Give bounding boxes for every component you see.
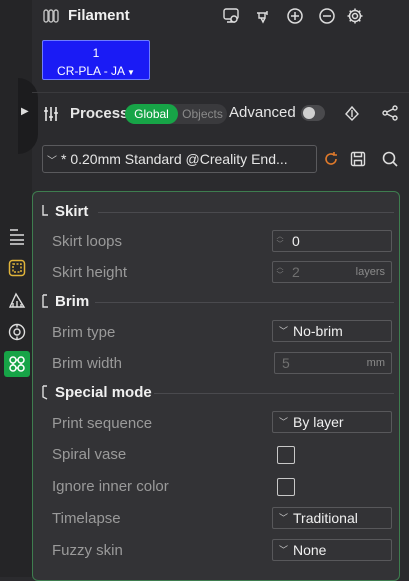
timelapse-dropdown[interactable]: ﹀ Traditional — [272, 507, 392, 529]
brim-width-value: 5 — [282, 355, 290, 371]
skirt-loops-value: 0 — [292, 233, 300, 249]
ignore-inner-color-checkbox[interactable] — [277, 478, 295, 496]
chevron-down-icon: ﹀ — [279, 326, 289, 336]
skirt-loops-input[interactable]: ︿ ﹀ 0 — [272, 230, 392, 252]
label-spiral-vase: Spiral vase — [52, 446, 127, 463]
add-icon[interactable] — [286, 7, 304, 25]
timelapse-value: Traditional — [293, 510, 358, 526]
label-skirt-loops: Skirt loops — [52, 233, 123, 250]
filament-sync-icon[interactable] — [222, 7, 240, 25]
settings-gear-icon[interactable] — [346, 7, 364, 25]
chevron-down-icon: ﹀ — [279, 417, 289, 427]
fuzzy-skin-dropdown[interactable]: ﹀ None — [272, 539, 392, 561]
toggle-global[interactable]: Global — [125, 104, 178, 124]
advanced-switch[interactable] — [301, 105, 325, 121]
process-sliders-icon — [42, 105, 60, 123]
chevron-down-icon: ﹀ — [279, 513, 289, 523]
tab-filament[interactable] — [4, 319, 30, 345]
chevron-down-icon: ﹀ — [279, 545, 289, 555]
settings-category-tabs — [0, 215, 32, 380]
spiral-vase-checkbox[interactable] — [277, 446, 295, 464]
others-icon — [9, 356, 25, 372]
label-ignore-inner-color: Ignore inner color — [52, 478, 169, 495]
remove-icon[interactable] — [318, 7, 336, 25]
skirt-height-value: 2 — [292, 264, 300, 280]
filament-slot-chip[interactable]: 1 CR-PLA - JA ▼ — [42, 40, 150, 80]
support-icon — [8, 292, 26, 308]
brim-width-unit: mm — [366, 357, 385, 369]
tab-others[interactable] — [4, 351, 30, 377]
refresh-icon[interactable] — [322, 150, 340, 168]
share-icon[interactable] — [381, 104, 399, 122]
quality-icon — [10, 229, 24, 245]
label-brim-type: Brim type — [52, 324, 116, 341]
stepper-icon[interactable]: ︿ ﹀ — [276, 264, 284, 280]
tab-strength[interactable] — [4, 255, 30, 281]
filament-spools-icon — [42, 7, 60, 25]
compare-presets-icon[interactable] — [343, 104, 361, 122]
brim-width-input[interactable]: 5 mm — [274, 352, 392, 374]
print-sequence-dropdown[interactable]: ﹀ By layer — [272, 411, 392, 433]
search-icon[interactable] — [381, 150, 399, 168]
preset-name: * 0.20mm Standard @Creality End... — [61, 151, 288, 167]
brim-type-dropdown[interactable]: ﹀ No-brim — [272, 320, 392, 342]
section-divider — [95, 302, 394, 303]
filament-title: Filament — [68, 7, 130, 24]
section-divider — [98, 212, 394, 213]
section-title-skirt: Skirt — [55, 203, 89, 220]
nozzle-icon[interactable] — [254, 7, 272, 25]
collapse-arrow-icon[interactable]: ▶ — [21, 106, 29, 118]
save-icon[interactable] — [349, 150, 367, 168]
section-title-special-mode: Special mode — [55, 384, 152, 401]
toggle-objects[interactable]: Objects — [178, 104, 227, 124]
label-brim-width: Brim width — [52, 355, 123, 372]
label-print-sequence: Print sequence — [52, 415, 153, 432]
skirt-height-unit: layers — [355, 266, 385, 278]
strength-icon — [8, 259, 26, 277]
print-sequence-value: By layer — [293, 414, 344, 430]
label-timelapse: Timelapse — [52, 510, 121, 527]
fuzzy-skin-value: None — [293, 542, 327, 558]
label-skirt-height: Skirt height — [52, 264, 128, 281]
switch-knob — [303, 107, 315, 119]
filament-slot-index: 1 — [92, 46, 100, 60]
stepper-icon[interactable]: ︿ ﹀ — [276, 233, 284, 249]
section-title-brim: Brim — [55, 293, 90, 310]
filament-name-text: CR-PLA - JA — [57, 64, 126, 78]
section-divider — [154, 393, 394, 394]
global-objects-toggle[interactable]: Global Objects — [125, 104, 227, 124]
tab-support[interactable] — [4, 287, 30, 313]
chevron-down-icon: ﹀ — [47, 156, 57, 167]
divider — [32, 92, 409, 93]
brim-type-value: No-brim — [293, 323, 343, 339]
filament-icon — [8, 323, 26, 341]
brim-section-icon — [40, 293, 50, 309]
process-title: Process — [70, 105, 129, 122]
label-fuzzy-skin: Fuzzy skin — [52, 542, 123, 559]
skirt-section-icon — [40, 203, 50, 219]
filament-slot-name: CR-PLA - JA ▼ — [43, 64, 149, 78]
chip-dropdown-icon: ▼ — [127, 68, 135, 77]
skirt-height-input[interactable]: ︿ ﹀ 2 layers — [272, 261, 392, 283]
tab-quality[interactable] — [4, 223, 30, 249]
advanced-label: Advanced — [229, 104, 296, 121]
process-preset-dropdown[interactable]: ﹀ * 0.20mm Standard @Creality End... — [42, 145, 317, 173]
special-mode-section-icon — [40, 384, 50, 400]
